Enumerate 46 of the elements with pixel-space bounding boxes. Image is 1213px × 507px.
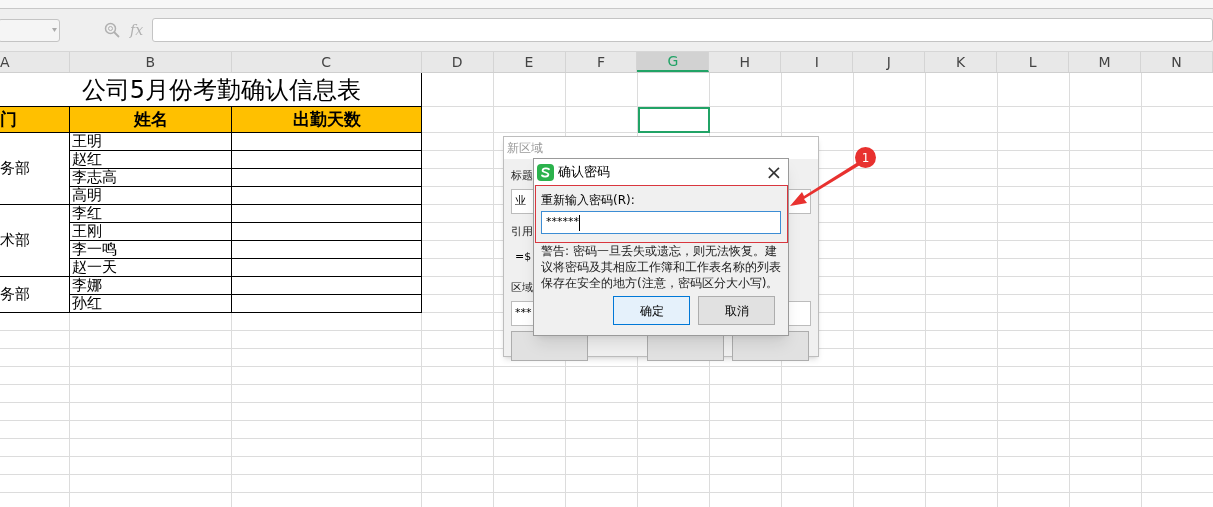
table-cell: 王明 (70, 133, 232, 151)
table-cell: 务部 (0, 133, 70, 205)
table-cell: 赵一天 (70, 259, 232, 277)
table-cell: 王刚 (70, 223, 232, 241)
column-header[interactable]: C (231, 52, 422, 72)
close-button[interactable]: × (763, 162, 785, 182)
table-cell: 李红 (70, 205, 232, 223)
table-cell: 孙红 (70, 295, 232, 313)
table-cell: 李娜 (70, 277, 232, 295)
header-cell: 门 (0, 107, 70, 133)
table-cell: 李志高 (70, 169, 232, 187)
field-label: 引用 (511, 224, 533, 240)
field-label: 标题 (511, 168, 533, 184)
dialog-title: 确认密码 (558, 163, 611, 182)
column-header[interactable]: D (421, 52, 494, 72)
table-cell: 术部 (0, 205, 70, 277)
table-cell: 务部 (0, 277, 70, 313)
column-header[interactable]: B (69, 52, 232, 72)
column-header[interactable]: K (925, 52, 998, 72)
table-cell: 高明 (70, 187, 232, 205)
table-cell: 赵红 (70, 151, 232, 169)
password-field[interactable]: ****** (541, 211, 781, 234)
table-cell: 李一鸣 (70, 241, 232, 259)
step-badge: 1 (855, 147, 876, 168)
header-cell: 姓名 (70, 107, 232, 133)
dialog-title: 新区域 (507, 140, 543, 157)
name-box[interactable] (0, 18, 60, 42)
column-header[interactable]: M (1069, 52, 1141, 72)
column-header[interactable]: J (853, 52, 926, 72)
column-header[interactable]: L (997, 52, 1070, 72)
selected-cell[interactable] (638, 107, 710, 133)
header-cell: 出勤天数 (232, 107, 422, 133)
column-header[interactable]: H (709, 52, 782, 72)
column-header[interactable]: A (0, 52, 70, 72)
formula-field[interactable] (152, 18, 1213, 42)
field-label: 区域 (511, 280, 533, 296)
field-label: 重新输入密码(R): (541, 192, 636, 208)
dropdown-arrow-icon (52, 28, 57, 32)
cancel-button[interactable]: 取消 (698, 296, 775, 325)
warning-text: 警告: 密码一旦丢失或遗忘，则无法恢复。建议将密码及其相应工作簿和工作表名称的列表保存在安全的地方(注意，密码区分大小写)。 (541, 243, 782, 291)
column-header[interactable]: N (1141, 52, 1213, 72)
column-header[interactable]: I (781, 52, 854, 72)
confirm-button[interactable]: 确定 (613, 296, 690, 325)
app-logo-icon (537, 163, 554, 181)
zoom-icon[interactable] (104, 22, 120, 38)
column-header[interactable]: E (493, 52, 566, 72)
